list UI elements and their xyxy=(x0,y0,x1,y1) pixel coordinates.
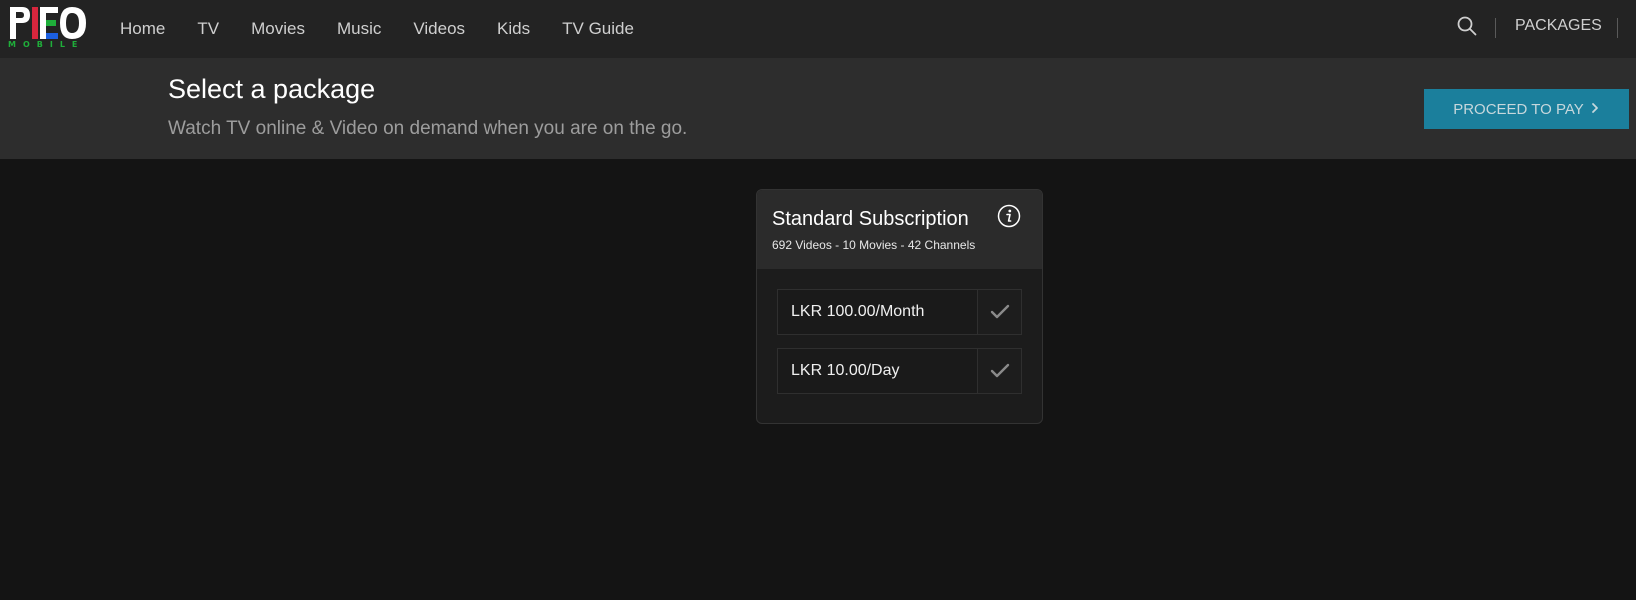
nav-videos[interactable]: Videos xyxy=(397,19,481,39)
nav-divider xyxy=(1495,18,1496,38)
package-option[interactable]: LKR 100.00/Month xyxy=(777,289,1022,335)
page-subtitle: Watch TV online & Video on demand when y… xyxy=(168,118,688,139)
package-meta: 692 Videos - 10 Movies - 42 Channels xyxy=(772,238,976,252)
main-nav: Home TV Movies Music Videos Kids TV Guid… xyxy=(104,0,650,58)
package-title: Standard Subscription xyxy=(772,208,969,230)
page-header-banner: Select a package Watch TV online & Video… xyxy=(0,58,1636,159)
nav-movies[interactable]: Movies xyxy=(235,19,321,39)
package-card-header: Standard Subscription 692 Videos - 10 Mo… xyxy=(757,190,1042,269)
proceed-to-pay-button[interactable]: PROCEED TO PAY xyxy=(1424,89,1629,129)
logo-subtitle: MOBILE xyxy=(8,40,85,49)
package-card: Standard Subscription 692 Videos - 10 Mo… xyxy=(756,189,1043,424)
packages-link[interactable]: PACKAGES xyxy=(1515,17,1602,35)
check-icon[interactable] xyxy=(977,349,1021,393)
peo-mobile-logo[interactable]: MOBILE xyxy=(8,5,88,49)
nav-home[interactable]: Home xyxy=(104,19,181,39)
info-icon[interactable] xyxy=(997,204,1021,228)
page-title: Select a package xyxy=(168,74,376,104)
chevron-right-icon xyxy=(1590,101,1600,118)
top-navigation-bar: MOBILE Home TV Movies Music Videos Kids … xyxy=(0,0,1636,58)
check-icon[interactable] xyxy=(977,290,1021,334)
search-icon[interactable] xyxy=(1456,15,1478,37)
nav-divider xyxy=(1617,18,1618,38)
nav-tv-guide[interactable]: TV Guide xyxy=(546,19,650,39)
nav-kids[interactable]: Kids xyxy=(481,19,546,39)
proceed-to-pay-label: PROCEED TO PAY xyxy=(1453,100,1584,118)
package-option[interactable]: LKR 10.00/Day xyxy=(777,348,1022,394)
package-option-label: LKR 10.00/Day xyxy=(791,362,900,379)
package-option-label: LKR 100.00/Month xyxy=(791,303,925,320)
nav-tv[interactable]: TV xyxy=(181,19,235,39)
nav-music[interactable]: Music xyxy=(321,19,397,39)
